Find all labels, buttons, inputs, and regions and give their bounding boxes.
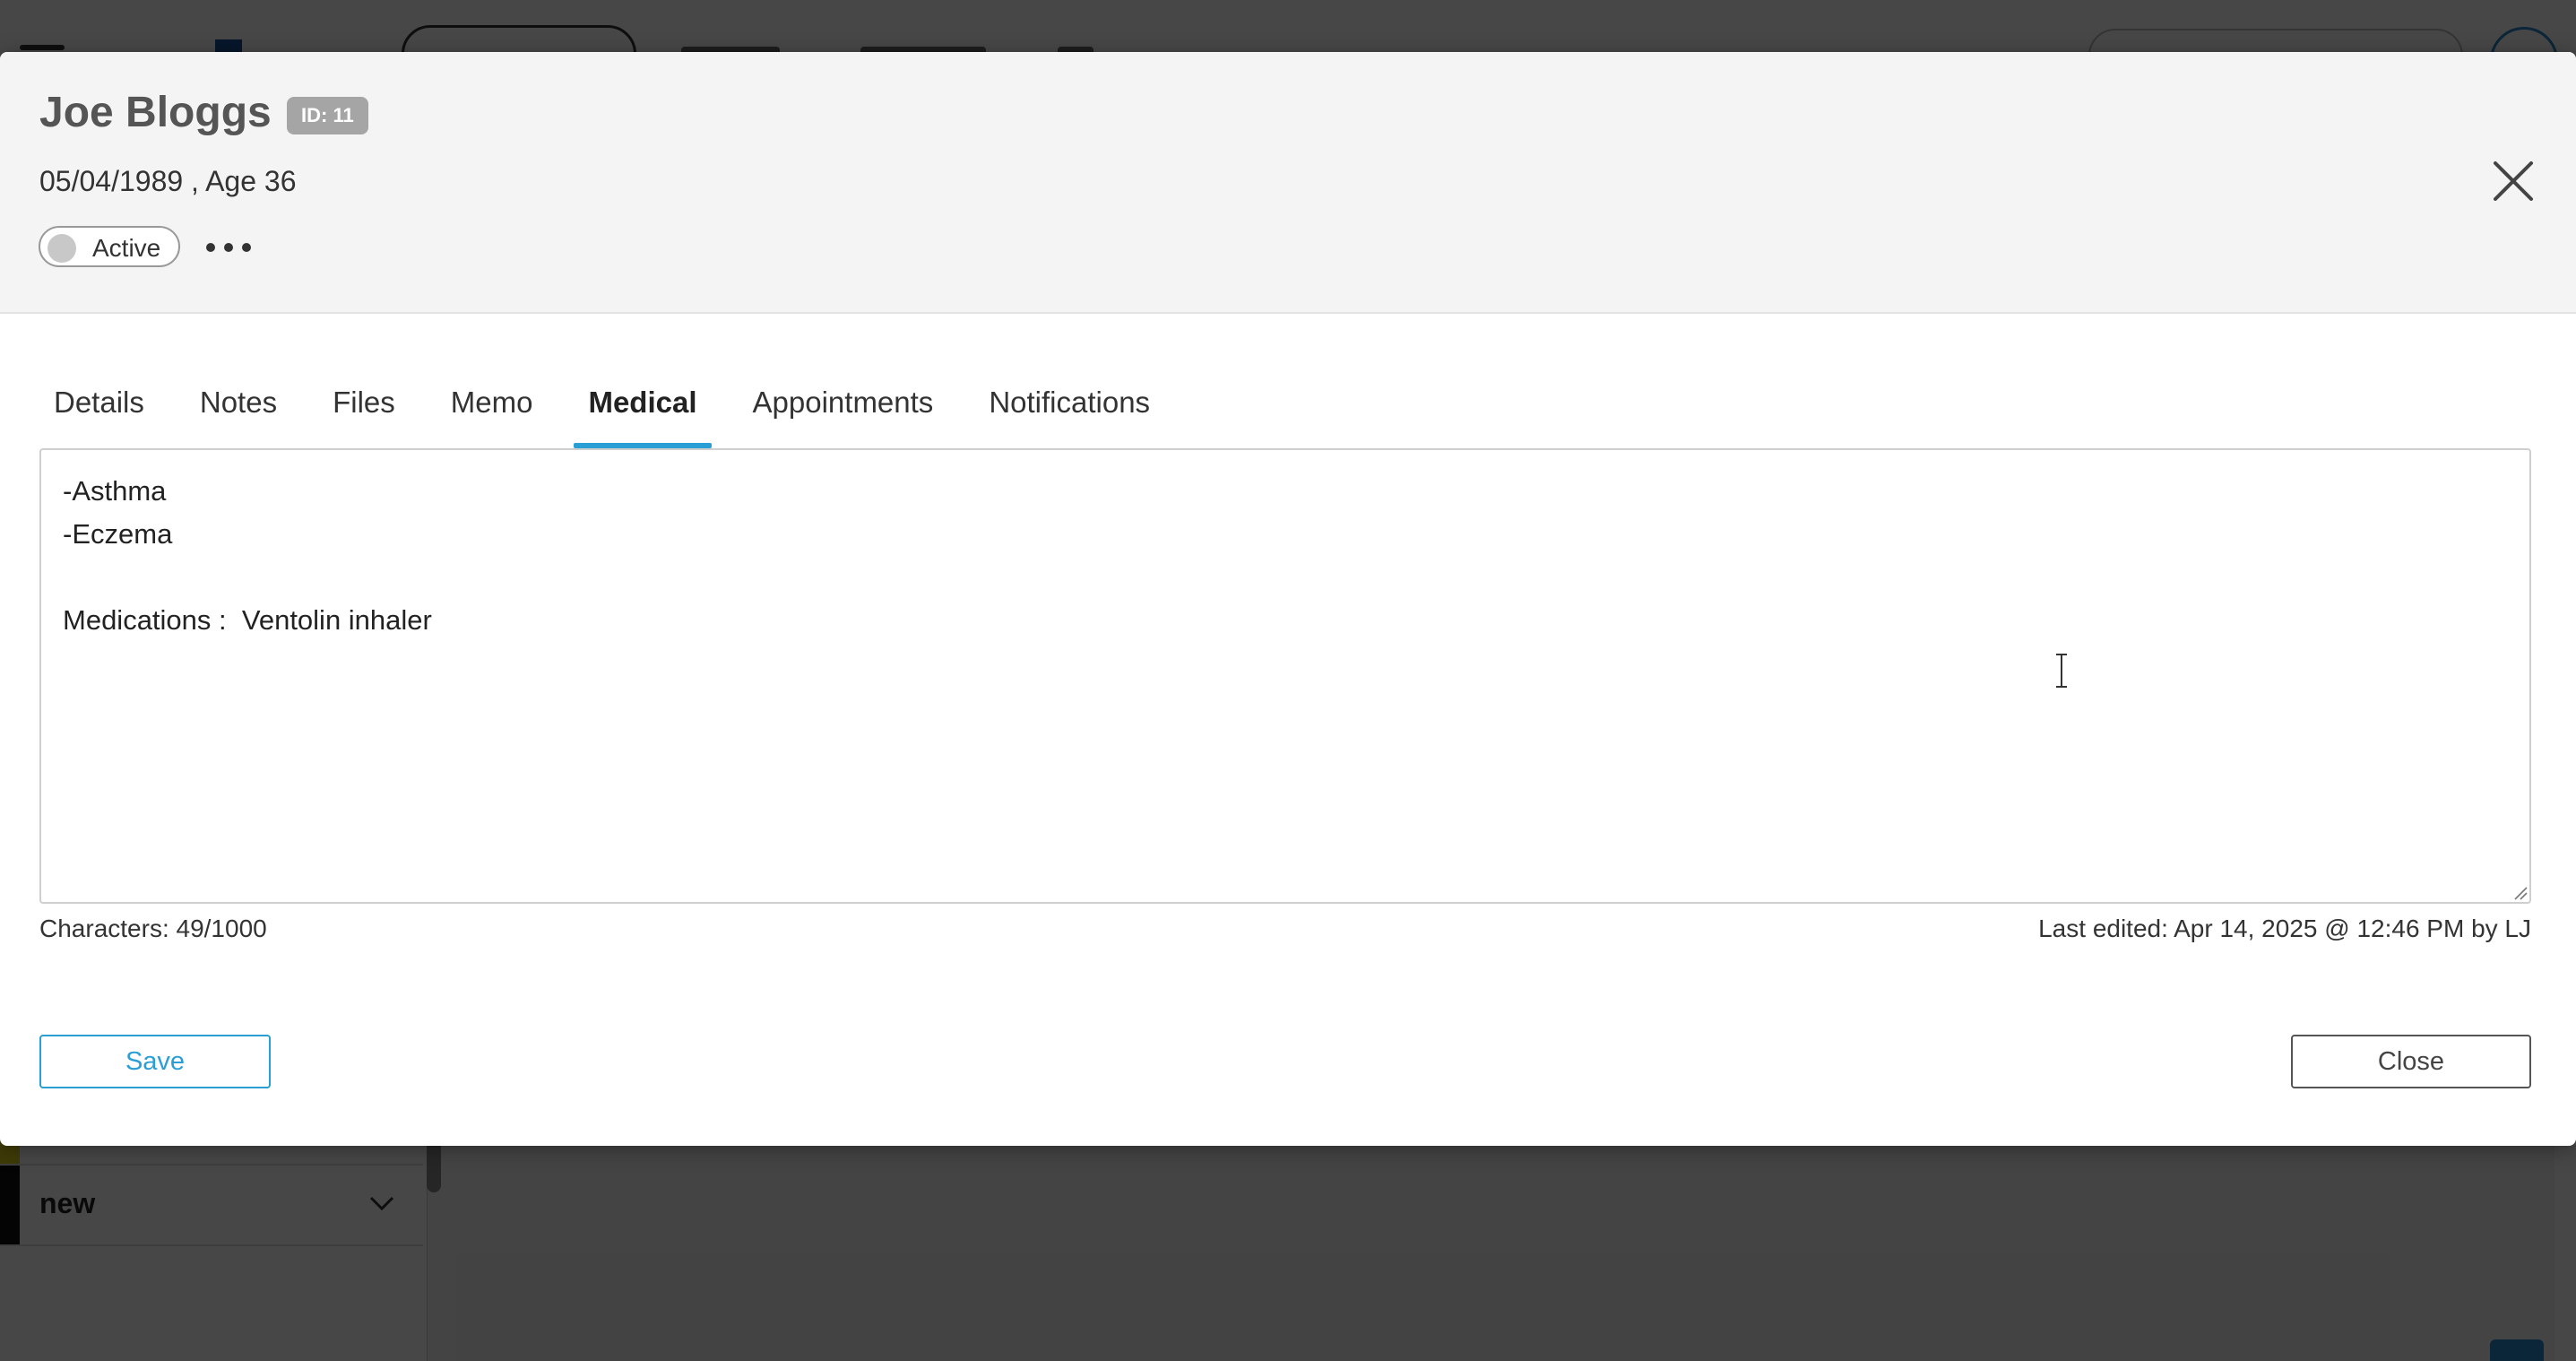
resize-grip-icon[interactable]: [2513, 886, 2528, 900]
text-cursor-icon: [2056, 654, 2067, 688]
patient-name: Joe Bloggs: [39, 89, 272, 136]
more-horizontal-icon: [242, 243, 251, 252]
more-horizontal-icon: [224, 243, 233, 252]
close-modal-button[interactable]: [2486, 154, 2540, 208]
character-count: Characters: 49/1000: [39, 915, 267, 942]
medical-notes-textarea[interactable]: [39, 448, 2531, 904]
status-label: Active: [92, 234, 161, 262]
patient-id-badge: ID: 11: [287, 97, 368, 134]
patient-modal: Joe Bloggs ID: 11 05/04/1989 , Age 36 Ac…: [0, 52, 2576, 1146]
modal-header: Joe Bloggs ID: 11 05/04/1989 , Age 36 Ac…: [0, 52, 2576, 314]
last-edited-info: Last edited: Apr 14, 2025 @ 12:46 PM by …: [2038, 915, 2531, 942]
close-button[interactable]: Close: [2291, 1035, 2531, 1088]
toggle-knob-icon: [48, 234, 76, 263]
patient-dob-age: 05/04/1989 , Age 36: [39, 165, 297, 197]
more-horizontal-icon: [206, 243, 215, 252]
close-icon: [2494, 161, 2533, 201]
more-options-button[interactable]: [206, 230, 251, 265]
status-toggle[interactable]: Active: [39, 226, 181, 267]
save-button[interactable]: Save: [39, 1035, 271, 1088]
